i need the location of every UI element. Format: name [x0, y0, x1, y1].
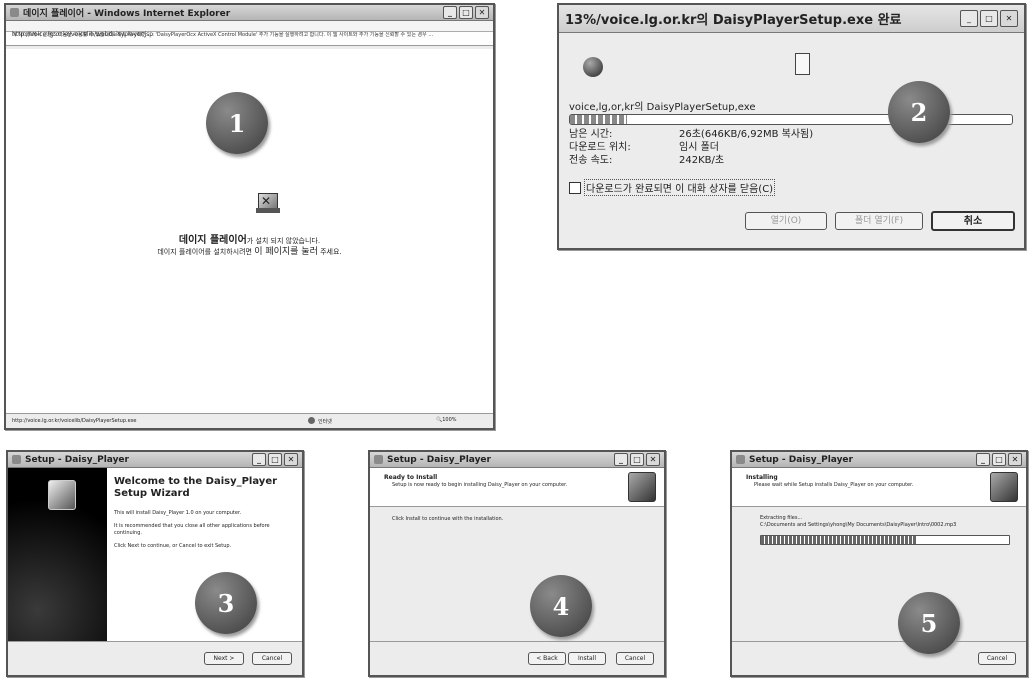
wizard-header: Installing Please wait while Setup insta… — [732, 468, 1026, 507]
wizard-body: Click Install to continue with the insta… — [392, 516, 504, 522]
cancel-button[interactable]: Cancel — [978, 652, 1016, 665]
installer-icon — [628, 472, 656, 502]
install-button[interactable]: Install — [568, 652, 606, 665]
ie-window: 데이지 플레이어 - Windows Internet Explorer _ □… — [4, 3, 495, 430]
minimize-button[interactable]: _ — [960, 10, 978, 27]
cancel-button[interactable]: Cancel — [616, 652, 654, 665]
installer-icon — [990, 472, 1018, 502]
installer-icon — [48, 480, 76, 510]
maximize-button[interactable]: □ — [980, 10, 998, 27]
checkbox-box[interactable] — [569, 181, 581, 194]
download-row: 전송 속도: 242KB/초 — [569, 155, 725, 166]
maximize-button[interactable]: □ — [630, 453, 644, 466]
setup-title-bar: Setup - Daisy_Player _ □ ✕ — [370, 452, 664, 468]
status-bar: http://voice.lg.or.kr/voicelib/DaisyPlay… — [6, 413, 493, 428]
wizard-side-banner — [8, 468, 107, 645]
wizard-footer: Cancel — [732, 641, 1026, 675]
step-badge-2: 2 — [888, 81, 950, 143]
download-row: 다운로드 위치: 임시 폴더 — [569, 142, 719, 153]
download-title: 13%/voice.lg.or.kr의 DaisyPlayerSetup.exe… — [565, 13, 902, 28]
download-title-bar: 13%/voice.lg.or.kr의 DaisyPlayerSetup.exe… — [559, 5, 1024, 33]
close-button[interactable]: ✕ — [1008, 453, 1022, 466]
install-progress-fill — [761, 536, 918, 544]
wizard-text: This will install Daisy_Player 1.0 on yo… — [114, 510, 270, 549]
setup-icon — [736, 455, 745, 464]
close-button[interactable]: ✕ — [284, 453, 298, 466]
cancel-button[interactable]: Cancel — [252, 652, 292, 665]
step-badge-4: 4 — [530, 575, 592, 637]
download-filename: voice,lg,or,kr의 DaisyPlayerSetup,exe — [569, 102, 756, 113]
step-badge-5: 5 — [898, 592, 960, 654]
ie-title: 데이지 플레이어 - Windows Internet Explorer — [23, 9, 231, 19]
download-info: 남은 시간: 26초(646KB/6,92MB 복사됨) 다운로드 위치: 임시 폴… — [569, 128, 813, 167]
setup-icon — [374, 455, 383, 464]
maximize-button[interactable]: □ — [992, 453, 1006, 466]
wizard-heading: Welcome to the Daisy_Player Setup Wizard — [114, 476, 278, 499]
minimize-button[interactable]: _ — [252, 453, 266, 466]
minimize-button[interactable]: _ — [976, 453, 990, 466]
close-when-done-checkbox[interactable]: 다운로드가 완료되면 이 대화 상자를 닫음(C) — [569, 179, 776, 196]
install-page-link[interactable]: 이 페이지를 눌러 — [254, 247, 318, 257]
setup-title-bar: Setup - Daisy_Player _ □ ✕ — [732, 452, 1026, 468]
file-icon — [795, 53, 810, 75]
step-badge-1: 1 — [206, 92, 268, 154]
wizard-footer: Next > Cancel — [8, 641, 302, 675]
close-button[interactable]: ✕ — [646, 453, 660, 466]
close-button[interactable]: ✕ — [1000, 10, 1018, 27]
download-row: 남은 시간: 26초(646KB/6,92MB 복사됨) — [569, 129, 814, 140]
install-progress — [760, 535, 1010, 545]
next-button[interactable]: Next > — [204, 652, 244, 665]
ie-title-bar: 데이지 플레이어 - Windows Internet Explorer _ □… — [6, 5, 493, 21]
globe-icon — [308, 417, 315, 424]
minimize-button[interactable]: _ — [614, 453, 628, 466]
wizard-header: Ready to Install Setup is now ready to b… — [370, 468, 664, 507]
setup-title-bar: Setup - Daisy_Player _ □ ✕ — [8, 452, 302, 468]
download-progress-fill — [570, 115, 628, 124]
minimize-button[interactable]: _ — [443, 6, 457, 19]
setup-computer-icon[interactable]: ✕ — [256, 193, 280, 215]
setup-welcome-window: Setup - Daisy_Player _ □ ✕ Welcome to th… — [6, 450, 304, 677]
setup-ready-window: Setup - Daisy_Player _ □ ✕ Ready to Inst… — [368, 450, 666, 677]
ie-icon — [10, 8, 19, 17]
back-button[interactable]: < Back — [528, 652, 566, 665]
maximize-button[interactable]: □ — [268, 453, 282, 466]
globe-icon — [583, 57, 603, 77]
download-dialog: 13%/voice.lg.or.kr의 DaisyPlayerSetup.exe… — [557, 3, 1026, 250]
setup-icon — [12, 455, 21, 464]
open-button[interactable]: 열기(O) — [745, 212, 827, 230]
open-folder-button[interactable]: 폴더 열기(F) — [835, 212, 923, 230]
extract-path: C:\Documents and Settings\yhong\My Docum… — [760, 522, 957, 528]
address-bar[interactable]: http://voice.lg.or.kr/voicelib/webdaisyp… — [6, 21, 493, 38]
info-bar[interactable]: 이 사이트에서 콘텐츠 다음을 사용할 수 있습니다. 계속 하시려면 ...:… — [6, 32, 493, 46]
cancel-button[interactable]: 취소 — [931, 211, 1015, 231]
step-badge-3: 3 — [195, 572, 257, 634]
maximize-button[interactable]: □ — [459, 6, 473, 19]
zoom-control[interactable]: 🔍100% — [436, 417, 457, 423]
setup-installing-window: Setup - Daisy_Player _ □ ✕ Installing Pl… — [730, 450, 1028, 677]
install-instruction: 데이지 플레이어를 설치하시려면 이 페이지를 눌러 주세요. — [157, 247, 342, 257]
extract-status: Extracting files... — [760, 515, 803, 521]
close-button[interactable]: ✕ — [475, 6, 489, 19]
wizard-footer: < Back Install Cancel — [370, 641, 664, 675]
